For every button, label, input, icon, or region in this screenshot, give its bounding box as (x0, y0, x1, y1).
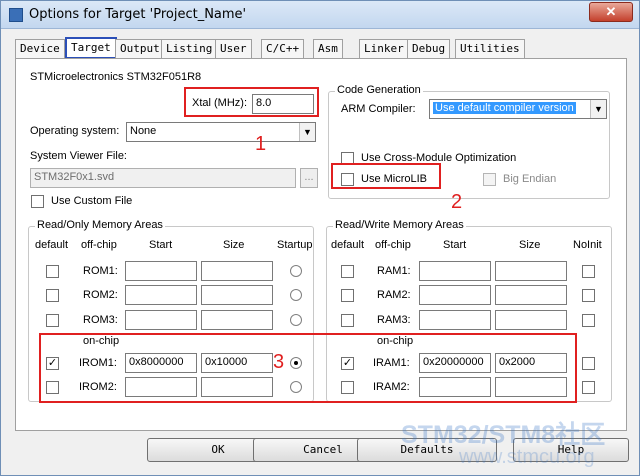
os-value: None (130, 125, 157, 137)
compiler-select[interactable]: Use default compiler version ▼ (429, 99, 607, 119)
rom3-label: ROM3: (83, 314, 118, 326)
watermark-url: www.stmcu.org (459, 446, 595, 468)
rom1-label: ROM1: (83, 265, 118, 277)
iram1-noinit-checkbox[interactable] (582, 357, 595, 370)
annotation-box-2 (331, 163, 441, 189)
tab-asm[interactable]: Asm (313, 39, 343, 58)
ram1-size-input[interactable] (495, 261, 567, 281)
ram2-noinit-checkbox[interactable] (582, 289, 595, 302)
rom1-start-input[interactable] (125, 261, 197, 281)
annotation-box-1 (184, 87, 319, 117)
svf-browse-button: ... (300, 168, 318, 188)
rom2-startup-radio[interactable] (290, 289, 302, 301)
rom3-size-input[interactable] (201, 310, 273, 330)
rom1-default-checkbox[interactable] (46, 265, 59, 278)
custom-file-checkbox[interactable] (31, 195, 44, 208)
iram2-noinit-checkbox[interactable] (582, 381, 595, 394)
tab-debug[interactable]: Debug (407, 39, 451, 58)
tab-utilities[interactable]: Utilities (455, 39, 525, 58)
tab-user[interactable]: User (215, 39, 252, 58)
os-label: Operating system: (30, 125, 120, 137)
tab-target[interactable]: Target (65, 37, 117, 59)
ram3-default-checkbox[interactable] (341, 314, 354, 327)
tab-device[interactable]: Device (15, 39, 65, 58)
ram1-default-checkbox[interactable] (341, 265, 354, 278)
window-title: Options for Target 'Project_Name' (29, 7, 247, 22)
ram1-label: RAM1: (377, 265, 411, 277)
ram2-default-checkbox[interactable] (341, 289, 354, 302)
big-endian-label: Big Endian (503, 173, 557, 185)
ram2-size-input[interactable] (495, 285, 567, 305)
tab-cpp[interactable]: C/C++ (261, 39, 305, 58)
os-select[interactable]: None ▼ (126, 122, 316, 142)
rom2-size-input[interactable] (201, 285, 273, 305)
codegen-title: Code Generation (335, 84, 423, 96)
rom2-start-input[interactable] (125, 285, 197, 305)
ram3-label: RAM3: (377, 314, 411, 326)
rom-header-offchip: off-chip (81, 239, 117, 251)
big-endian-checkbox (483, 173, 496, 186)
rom-title: Read/Only Memory Areas (35, 219, 165, 231)
rom3-default-checkbox[interactable] (46, 314, 59, 327)
rom-header-startup: Startup (277, 239, 313, 251)
rom2-label: ROM2: (83, 289, 118, 301)
rom1-startup-radio[interactable] (290, 265, 302, 277)
ram1-start-input[interactable] (419, 261, 491, 281)
tab-listing[interactable]: Listing (161, 39, 218, 58)
title-bar: Options for Target 'Project_Name' ✕ (1, 1, 639, 29)
svf-label: System Viewer File: (30, 150, 127, 162)
rom3-start-input[interactable] (125, 310, 197, 330)
ram-header-noinit: NoInit (573, 239, 602, 251)
annotation-box-3 (39, 333, 577, 403)
app-icon (9, 8, 23, 22)
ram2-start-input[interactable] (419, 285, 491, 305)
ram-title: Read/Write Memory Areas (333, 219, 466, 231)
rom3-startup-radio[interactable] (290, 314, 302, 326)
rom1-size-input[interactable] (201, 261, 273, 281)
rom-header-default: default (35, 239, 69, 251)
annotation-number-2: 2 (451, 191, 463, 213)
ram3-size-input[interactable] (495, 310, 567, 330)
annotation-number-1: 1 (255, 133, 267, 155)
close-button[interactable]: ✕ (589, 2, 633, 22)
compiler-label: ARM Compiler: (341, 103, 416, 115)
svf-input: STM32F0x1.svd (30, 168, 296, 188)
rom-header-start: Start (149, 239, 173, 251)
chevron-down-icon: ▼ (590, 100, 606, 118)
ram1-noinit-checkbox[interactable] (582, 265, 595, 278)
rom2-default-checkbox[interactable] (46, 289, 59, 302)
rom-header-size: Size (223, 239, 245, 251)
ram-header-size: Size (519, 239, 541, 251)
annotation-number-3: 3 (273, 351, 285, 373)
options-dialog: Options for Target 'Project_Name' ✕ Devi… (0, 0, 640, 476)
ram-header-default: default (331, 239, 365, 251)
tab-linker[interactable]: Linker (359, 39, 409, 58)
ram-header-start: Start (443, 239, 467, 251)
ram2-label: RAM2: (377, 289, 411, 301)
custom-file-label: Use Custom File (51, 195, 133, 207)
chevron-down-icon: ▼ (299, 123, 315, 141)
tab-output[interactable]: Output (115, 39, 165, 58)
ram3-noinit-checkbox[interactable] (582, 314, 595, 327)
compiler-value: Use default compiler version (433, 102, 576, 114)
ram3-start-input[interactable] (419, 310, 491, 330)
ram-header-offchip: off-chip (375, 239, 411, 251)
device-name: STMicroelectronics STM32F051R8 (30, 71, 202, 83)
